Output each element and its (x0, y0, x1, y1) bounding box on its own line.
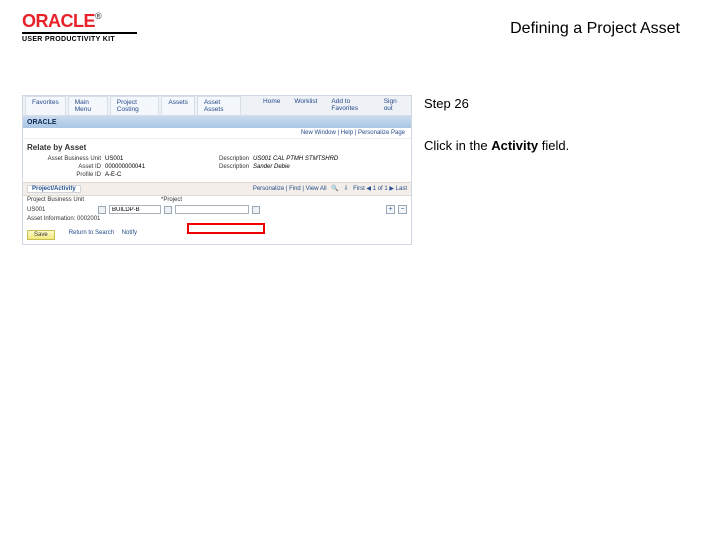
nav-link[interactable]: Worklist (288, 96, 323, 115)
header-fields: Asset Business Unit US001 Description US… (23, 154, 411, 182)
app-screenshot: Favorites Main Menu Project Costing Asse… (22, 95, 420, 245)
delete-row-icon[interactable]: − (398, 205, 407, 214)
pbu-label: Project Business Unit (27, 197, 95, 203)
section-title: Relate by Asset (23, 139, 411, 154)
profile-value: A-E-C (105, 172, 185, 178)
nav-item[interactable]: Favorites (25, 96, 66, 115)
app-subbar: ORACLE (23, 116, 411, 128)
profile-label: Profile ID (31, 172, 101, 178)
screenshot-column: Favorites Main Menu Project Costing Asse… (0, 95, 420, 245)
nav-item[interactable]: Project Costing (110, 96, 160, 115)
add-row-icon[interactable]: + (386, 205, 395, 214)
instruction-column: Step 26 Click in the Activity field. (420, 95, 720, 155)
lookup-icon[interactable] (164, 206, 172, 214)
field-name: Activity (491, 138, 538, 153)
project-label: *Project (161, 197, 197, 203)
lookup-icon[interactable] (252, 206, 260, 214)
document-title: Defining a Project Asset (510, 12, 680, 38)
download-icon[interactable]: ⇩ (343, 186, 348, 192)
desc1-value: US001 CAL PTMH STMTSHRD (253, 156, 403, 162)
nav-spacer (243, 96, 255, 115)
nav-item[interactable]: Assets (161, 96, 195, 115)
nav-link[interactable]: Sign out (378, 96, 409, 115)
nav-item[interactable]: Main Menu (68, 96, 108, 115)
return-to-search-link[interactable]: Return to Search (69, 230, 114, 236)
brand-block: ORACLE® USER PRODUCTIVITY KIT (22, 12, 137, 43)
activity-field[interactable] (175, 205, 249, 214)
pbu-value: US001 (27, 207, 95, 213)
asset-info-row: Asset Information: 0002001 (23, 215, 411, 226)
footer-links: Return to Search Notify (59, 230, 141, 240)
grid-labels-row: Project Business Unit *Project (23, 196, 411, 204)
brand-trademark: ® (95, 11, 101, 21)
brand-rule (22, 32, 137, 34)
grid-header: Project/Activity Personalize | Find | Vi… (23, 182, 411, 196)
bu-value: US001 (105, 156, 185, 162)
step-number: Step 26 (424, 95, 720, 113)
lookup-icon[interactable] (98, 206, 106, 214)
desc2-value: Sander Debie (253, 164, 403, 170)
grid-data-row: US001 + − (23, 204, 411, 215)
content-area: Favorites Main Menu Project Costing Asse… (0, 45, 720, 245)
subbar-brand: ORACLE (27, 119, 57, 126)
app-utility-links[interactable]: New Window | Help | Personalize Page (23, 128, 411, 139)
app-breadcrumb: Favorites Main Menu Project Costing Asse… (23, 96, 411, 116)
document-header: ORACLE® USER PRODUCTIVITY KIT Defining a… (0, 0, 720, 45)
brand-logo: ORACLE® (22, 12, 137, 30)
desc2-label: Description (189, 164, 249, 170)
grid-tab[interactable]: Project/Activity (27, 185, 81, 193)
bu-label: Asset Business Unit (31, 156, 101, 162)
notify-link[interactable]: Notify (122, 230, 137, 236)
brand-name: ORACLE (22, 11, 95, 31)
step-instruction: Click in the Activity field. (424, 137, 720, 155)
save-button[interactable]: Save (27, 230, 55, 240)
grid-tools[interactable]: Personalize | Find | View All 🔍 ⇩ First … (250, 185, 407, 193)
nav-item[interactable]: Asset Assets (197, 96, 241, 115)
zoom-icon[interactable]: 🔍 (331, 186, 338, 192)
brand-subtitle: USER PRODUCTIVITY KIT (22, 36, 137, 43)
assetid-label: Asset ID (31, 164, 101, 170)
nav-link[interactable]: Home (257, 96, 286, 115)
assetid-value: 000000000041 (105, 164, 185, 170)
project-field[interactable] (109, 205, 161, 214)
nav-link[interactable]: Add to Favorites (325, 96, 375, 115)
desc1-label: Description (189, 156, 249, 162)
